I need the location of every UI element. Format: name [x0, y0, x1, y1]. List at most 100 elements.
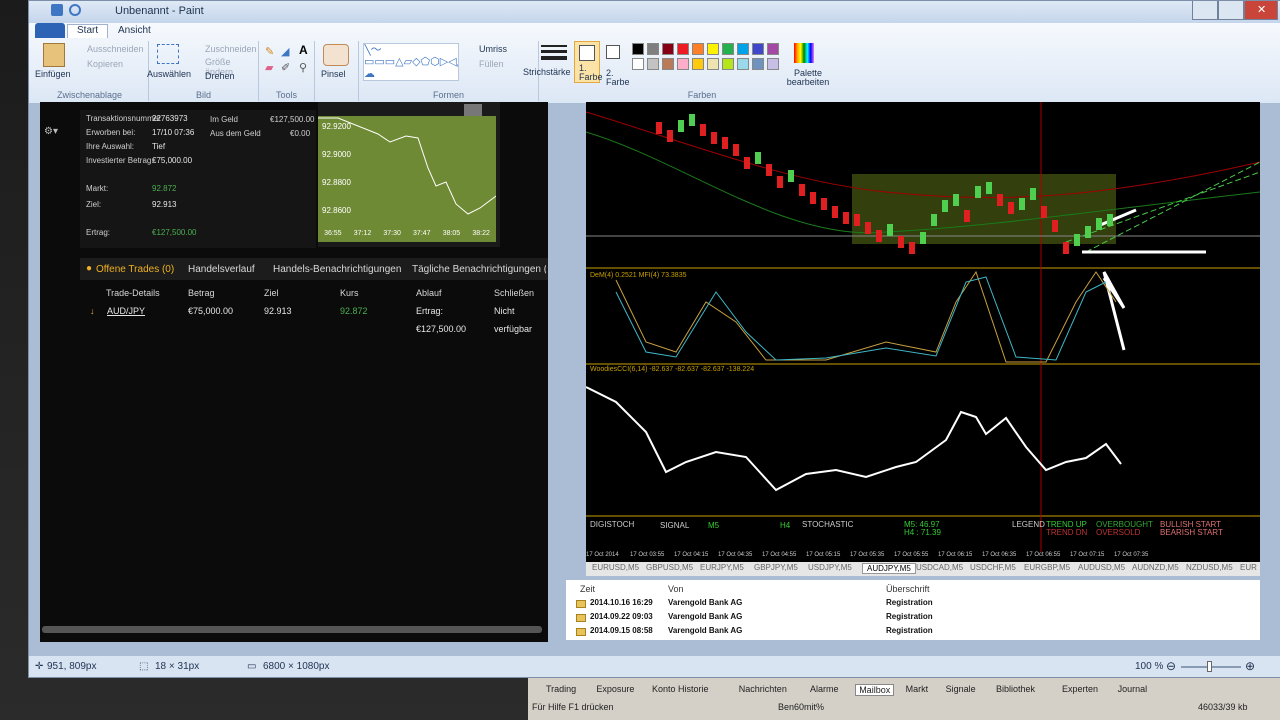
- symbol-tab[interactable]: AUDNZD,M5: [1132, 563, 1179, 572]
- symbol-tab[interactable]: EURGBP,M5: [1024, 563, 1070, 572]
- tab-open-trades[interactable]: Offene Trades (0): [96, 264, 174, 275]
- terminal-tab[interactable]: Trading: [546, 684, 576, 694]
- color-swatch[interactable]: [632, 43, 644, 55]
- settings-gear-icon[interactable]: ⚙▾: [44, 126, 58, 137]
- edit-colors-button[interactable]: Palette bearbeiten: [786, 69, 830, 87]
- column-header[interactable]: Schließen: [494, 288, 534, 298]
- trade-pair[interactable]: AUD/JPY: [107, 306, 145, 316]
- brushes-button[interactable]: Pinsel: [321, 69, 346, 79]
- outline-button[interactable]: Umriss: [479, 44, 507, 54]
- symbol-tab[interactable]: GBPUSD,M5: [646, 563, 693, 572]
- color-picker-icon[interactable]: ✐: [281, 61, 290, 74]
- symbol-tab[interactable]: AUDJPY,M5: [862, 563, 916, 574]
- terminal-tab[interactable]: Markt: [906, 684, 929, 694]
- mail-subject[interactable]: Registration: [886, 598, 933, 607]
- horizontal-scrollbar[interactable]: [42, 626, 542, 633]
- tab-trade-notifications[interactable]: Handels-Benachrichtigungen: [273, 264, 401, 275]
- symbol-tab[interactable]: USDJPY,M5: [808, 563, 852, 572]
- color-swatch[interactable]: [722, 43, 734, 55]
- tab-start[interactable]: Start: [67, 24, 109, 38]
- zoom-slider-thumb[interactable]: [1207, 661, 1212, 672]
- color-swatch[interactable]: [662, 58, 674, 70]
- copy-button[interactable]: Kopieren: [87, 59, 123, 69]
- file-menu-button[interactable]: [35, 23, 65, 38]
- mail-from[interactable]: Varengold Bank AG: [668, 612, 742, 621]
- mail-from[interactable]: Varengold Bank AG: [668, 626, 742, 635]
- column-header[interactable]: Ablauf: [416, 288, 442, 298]
- symbol-tab[interactable]: GBPJPY,M5: [754, 563, 798, 572]
- color-swatch[interactable]: [677, 58, 689, 70]
- color-swatch[interactable]: [767, 58, 779, 70]
- color-swatch[interactable]: [677, 43, 689, 55]
- text-icon[interactable]: A: [299, 43, 308, 57]
- color1-slot[interactable]: 1. Farbe: [574, 41, 603, 83]
- color-swatch[interactable]: [707, 43, 719, 55]
- color-swatch[interactable]: [737, 43, 749, 55]
- tab-history[interactable]: Handelsverlauf: [188, 264, 255, 275]
- color-swatch[interactable]: [752, 43, 764, 55]
- fill-icon[interactable]: ◢: [281, 45, 289, 58]
- terminal-tab[interactable]: Experten: [1062, 684, 1098, 694]
- symbol-tab[interactable]: EUR: [1240, 563, 1257, 572]
- color-palette[interactable]: [632, 43, 782, 87]
- column-header[interactable]: Kurs: [340, 288, 359, 298]
- tab-daily-notifications[interactable]: Tägliche Benachrichtigungen (0): [412, 264, 546, 275]
- terminal-tab[interactable]: Mailbox: [855, 684, 895, 696]
- terminal-tab[interactable]: Alarme: [810, 684, 839, 694]
- mini-chart-button[interactable]: [464, 104, 482, 116]
- terminal-tab[interactable]: Journal: [1118, 684, 1148, 694]
- magnifier-icon[interactable]: ⚲: [299, 61, 307, 74]
- tab-ansicht[interactable]: Ansicht: [109, 25, 160, 39]
- paste-button[interactable]: Einfügen: [35, 69, 71, 79]
- undo-icon[interactable]: [69, 4, 81, 16]
- color-swatch[interactable]: [692, 43, 704, 55]
- terminal-tab[interactable]: Exposure: [596, 684, 634, 694]
- terminal-tab[interactable]: Signale: [946, 684, 976, 694]
- mail-col-from[interactable]: Von: [668, 584, 684, 594]
- terminal-tab[interactable]: Nachrichten: [739, 684, 787, 694]
- symbol-tab[interactable]: EURJPY,M5: [700, 563, 744, 572]
- column-header[interactable]: Ziel: [264, 288, 279, 298]
- color2-swatch[interactable]: [606, 45, 620, 59]
- pencil-icon[interactable]: ✎: [265, 45, 274, 58]
- column-header[interactable]: Betrag: [188, 288, 215, 298]
- stroke-button[interactable]: Strichstärke: [523, 67, 571, 77]
- color-swatch[interactable]: [737, 58, 749, 70]
- edit-colors-icon[interactable]: [794, 43, 814, 63]
- color-swatch[interactable]: [707, 58, 719, 70]
- mail-subject[interactable]: Registration: [886, 626, 933, 635]
- color-swatch[interactable]: [767, 43, 779, 55]
- mail-time[interactable]: 2014.09.22 09:03: [590, 612, 653, 621]
- rotate-button[interactable]: Drehen: [205, 71, 235, 81]
- symbol-tab[interactable]: AUDUSD,M5: [1078, 563, 1125, 572]
- color-swatch[interactable]: [632, 58, 644, 70]
- eraser-icon[interactable]: ▰: [265, 61, 273, 74]
- brush-icon[interactable]: [323, 44, 349, 66]
- fill-button[interactable]: Füllen: [479, 59, 504, 69]
- terminal-tab[interactable]: Bibliothek: [996, 684, 1035, 694]
- minimize-button[interactable]: [1192, 1, 1218, 20]
- mail-from[interactable]: Varengold Bank AG: [668, 598, 742, 607]
- symbol-tab[interactable]: EURUSD,M5: [592, 563, 639, 572]
- terminal-tab[interactable]: Konto Historie: [652, 684, 709, 694]
- crop-button[interactable]: Zuschneiden: [205, 44, 257, 54]
- color-swatch[interactable]: [692, 58, 704, 70]
- color-swatch[interactable]: [647, 58, 659, 70]
- select-button[interactable]: Auswählen: [147, 69, 191, 79]
- mail-col-subject[interactable]: Überschrift: [886, 584, 930, 594]
- symbol-tab[interactable]: USDCHF,M5: [970, 563, 1016, 572]
- mail-subject[interactable]: Registration: [886, 612, 933, 621]
- color-swatch[interactable]: [662, 43, 674, 55]
- zoom-in-button[interactable]: ⊕: [1245, 659, 1255, 673]
- close-button[interactable]: ✕: [1244, 1, 1278, 20]
- mail-time[interactable]: 2014.10.16 16:29: [590, 598, 653, 607]
- mail-col-time[interactable]: Zeit: [580, 584, 595, 594]
- mail-time[interactable]: 2014.09.15 08:58: [590, 626, 653, 635]
- shapes-gallery[interactable]: ╲〜▭▭▭△▱◇⬠⬡▷◁△▽☆✩▢○◌☁: [363, 43, 459, 81]
- symbol-tab[interactable]: NZDUSD,M5: [1186, 563, 1233, 572]
- maximize-button[interactable]: [1218, 1, 1244, 20]
- column-header[interactable]: Trade-Details: [106, 288, 160, 298]
- zoom-out-button[interactable]: ⊖: [1166, 659, 1176, 673]
- color-swatch[interactable]: [722, 58, 734, 70]
- cut-button[interactable]: Ausschneiden: [87, 44, 144, 54]
